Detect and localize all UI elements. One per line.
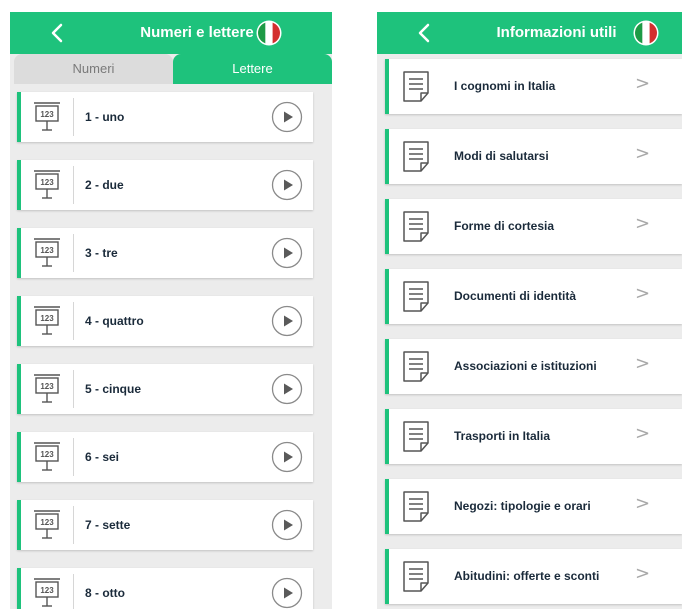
numbers-board-icon: 123: [34, 170, 60, 199]
numbers-board-icon: 123: [34, 578, 60, 607]
document-icon: [403, 211, 429, 242]
numbers-board-icon: 123: [34, 442, 60, 471]
list-item[interactable]: Negozi: tipologie e orari >: [385, 479, 682, 534]
play-icon[interactable]: [271, 101, 303, 133]
list-item[interactable]: Modi di salutarsi >: [385, 129, 682, 184]
tab-letters[interactable]: Lettere: [173, 54, 332, 84]
item-label: I cognomi in Italia: [454, 79, 556, 93]
item-label: 5 - cinque: [85, 382, 142, 396]
play-icon[interactable]: [271, 373, 303, 405]
numbers-board-icon: 123: [34, 102, 60, 131]
list-item[interactable]: Forme di cortesia >: [385, 199, 682, 254]
numbers-board-icon: 123: [34, 238, 60, 267]
tab-bar: Numeri Lettere: [10, 54, 332, 84]
document-icon: [403, 421, 429, 452]
document-icon: [403, 491, 429, 522]
chevron-right-icon[interactable]: >: [635, 73, 650, 94]
list-item[interactable]: 123 7 - sette: [17, 500, 313, 550]
app-header: Numeri e lettere: [10, 12, 332, 54]
info-screen: Informazioni utili I cognomi in Italia > M…: [377, 12, 682, 609]
play-icon[interactable]: [271, 577, 303, 609]
divider: [73, 166, 74, 204]
item-label: Forme di cortesia: [454, 219, 555, 233]
chevron-right-icon[interactable]: >: [635, 563, 650, 584]
app-header: Informazioni utili: [377, 12, 682, 54]
list-item[interactable]: 123 1 - uno: [17, 92, 313, 142]
chevron-right-icon[interactable]: >: [635, 283, 650, 304]
divider: [73, 370, 74, 408]
divider: [73, 438, 74, 476]
board-text: 123: [40, 110, 54, 119]
item-label: 4 - quattro: [85, 314, 144, 328]
numbers-board-icon: 123: [34, 374, 60, 403]
italy-flag-icon[interactable]: [256, 20, 282, 46]
item-label: Modi di salutarsi: [454, 149, 549, 163]
divider: [73, 574, 74, 609]
document-icon: [403, 561, 429, 592]
numbers-board-icon: 123: [34, 510, 60, 539]
numbers-screen: Numeri e lettere Numeri Lettere 123 1 - u…: [10, 12, 332, 609]
divider: [73, 506, 74, 544]
list-item[interactable]: 123 5 - cinque: [17, 364, 313, 414]
play-icon[interactable]: [271, 441, 303, 473]
list-item[interactable]: I cognomi in Italia >: [385, 59, 682, 114]
document-icon: [403, 281, 429, 312]
chevron-right-icon[interactable]: >: [635, 353, 650, 374]
item-label: 1 - uno: [85, 110, 125, 124]
board-text: 123: [40, 518, 54, 527]
divider: [73, 98, 74, 136]
numbers-board-icon: 123: [34, 306, 60, 335]
chevron-right-icon[interactable]: >: [635, 423, 650, 444]
list-item[interactable]: 123 6 - sei: [17, 432, 313, 482]
item-label: Trasporti in Italia: [454, 429, 551, 443]
chevron-right-icon[interactable]: >: [635, 213, 650, 234]
play-icon[interactable]: [271, 305, 303, 337]
tab-numbers[interactable]: Numeri: [14, 54, 173, 84]
item-label: Documenti di identità: [454, 289, 577, 303]
chevron-right-icon[interactable]: >: [635, 143, 650, 164]
list-item[interactable]: Documenti di identità >: [385, 269, 682, 324]
list-item[interactable]: 123 8 - otto: [17, 568, 313, 609]
item-label: 3 - tre: [85, 246, 118, 260]
item-label: 2 - due: [85, 178, 124, 192]
item-label: 8 - otto: [85, 586, 125, 600]
board-text: 123: [40, 586, 54, 595]
divider: [73, 302, 74, 340]
italy-flag-icon[interactable]: [633, 20, 659, 46]
list-item[interactable]: 123 4 - quattro: [17, 296, 313, 346]
play-icon[interactable]: [271, 509, 303, 541]
board-text: 123: [40, 314, 54, 323]
document-icon: [403, 141, 429, 172]
document-icon: [403, 351, 429, 382]
board-text: 123: [40, 450, 54, 459]
document-icon: [403, 71, 429, 102]
item-label: 7 - sette: [85, 518, 131, 532]
page-title: Numeri e lettere: [140, 24, 254, 41]
board-text: 123: [40, 178, 54, 187]
board-text: 123: [40, 246, 54, 255]
divider: [73, 234, 74, 272]
play-icon[interactable]: [271, 169, 303, 201]
chevron-right-icon[interactable]: >: [635, 493, 650, 514]
item-label: Associazioni e istituzioni: [454, 359, 597, 373]
list-item[interactable]: 123 3 - tre: [17, 228, 313, 278]
item-label: Negozi: tipologie e orari: [454, 499, 591, 513]
item-label: 6 - sei: [85, 450, 120, 464]
list-item[interactable]: 123 2 - due: [17, 160, 313, 210]
play-icon[interactable]: [271, 237, 303, 269]
list-item[interactable]: Trasporti in Italia >: [385, 409, 682, 464]
board-text: 123: [40, 382, 54, 391]
list-item[interactable]: Associazioni e istituzioni >: [385, 339, 682, 394]
item-label: Abitudini: offerte e sconti: [454, 569, 600, 583]
list-item[interactable]: Abitudini: offerte e sconti >: [385, 549, 682, 604]
